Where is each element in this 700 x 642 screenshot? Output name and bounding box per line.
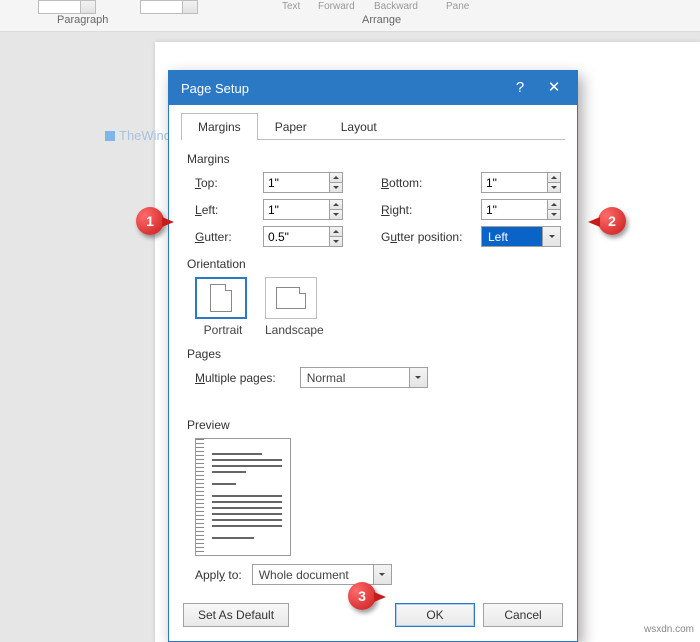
label-gutter: Gutter:	[195, 230, 263, 244]
input-bottom[interactable]	[482, 173, 547, 192]
spinner-top[interactable]	[263, 172, 343, 193]
tab-strip: Margins Paper Layout	[169, 105, 577, 139]
credit-text: wsxdn.com	[644, 624, 694, 635]
spinner-bottom[interactable]	[481, 172, 561, 193]
spin-up-icon[interactable]	[548, 200, 560, 210]
label-gutter-position: Gutter position:	[381, 230, 481, 244]
preview-image	[195, 438, 291, 556]
portrait-icon	[210, 284, 232, 312]
section-pages: Pages	[187, 347, 559, 361]
spin-down-icon[interactable]	[330, 183, 342, 192]
label-top: TTop:op:	[195, 176, 263, 190]
page-setup-dialog: Page Setup ? ✕ Margins Paper Layout Marg…	[168, 70, 578, 642]
tab-layout[interactable]: Layout	[324, 113, 394, 140]
spin-down-icon[interactable]	[330, 210, 342, 219]
ribbon-word: Pane	[446, 1, 469, 12]
orientation-landscape-label: Landscape	[265, 323, 321, 337]
spin-down-icon[interactable]	[330, 237, 342, 246]
section-margins: Margins	[187, 152, 559, 166]
ribbon-group-arrange: Arrange	[362, 14, 401, 26]
titlebar[interactable]: Page Setup ? ✕	[169, 71, 577, 105]
orientation-portrait[interactable]: Portrait	[195, 277, 251, 337]
spin-up-icon[interactable]	[330, 200, 342, 210]
ribbon-group-paragraph: Paragraph	[57, 14, 108, 26]
tab-paper[interactable]: Paper	[258, 113, 324, 140]
section-orientation: Orientation	[187, 257, 559, 271]
label-multiple-pages: Multiple pages:	[195, 371, 276, 385]
ribbon-word: Backward	[374, 1, 418, 12]
callout-1: 1	[136, 207, 164, 235]
combo-gutter-position-value: Left	[482, 227, 542, 246]
section-preview: Preview	[187, 418, 559, 432]
spinner-right[interactable]	[481, 199, 561, 220]
set-as-default-button[interactable]: Set As Default	[183, 603, 289, 627]
callout-2: 2	[598, 207, 626, 235]
ribbon-word: Forward	[318, 1, 355, 12]
combo-apply-to-value: Whole document	[253, 565, 373, 584]
landscape-icon	[276, 287, 306, 309]
dialog-title: Page Setup	[181, 81, 503, 96]
label-apply-to: Apply to:	[195, 568, 242, 582]
combo-multiple-pages-value: Normal	[301, 368, 409, 387]
help-button[interactable]: ?	[503, 71, 537, 105]
ribbon: Paragraph Text Forward Backward Pane Arr…	[0, 0, 700, 32]
input-right[interactable]	[482, 200, 547, 219]
watermark-icon	[105, 131, 115, 141]
chevron-down-icon[interactable]	[542, 227, 560, 246]
ribbon-spinner-stub[interactable]	[38, 0, 96, 14]
spinner-left[interactable]	[263, 199, 343, 220]
chevron-down-icon[interactable]	[409, 368, 427, 387]
cancel-button[interactable]: Cancel	[483, 603, 563, 627]
input-left[interactable]	[264, 200, 329, 219]
callout-3: 3	[348, 582, 376, 610]
spin-up-icon[interactable]	[330, 173, 342, 183]
ribbon-spinner-stub[interactable]	[140, 0, 198, 14]
ribbon-word: Text	[282, 1, 300, 12]
spin-up-icon[interactable]	[330, 227, 342, 237]
orientation-portrait-label: Portrait	[195, 323, 251, 337]
orientation-landscape[interactable]: Landscape	[265, 277, 321, 337]
label-bottom: Bottom:	[381, 176, 481, 190]
spin-down-icon[interactable]	[548, 210, 560, 219]
spin-down-icon[interactable]	[548, 183, 560, 192]
label-right: Right:	[381, 203, 481, 217]
combo-multiple-pages[interactable]: Normal	[300, 367, 428, 388]
close-button[interactable]: ✕	[537, 71, 571, 105]
spin-up-icon[interactable]	[548, 173, 560, 183]
tab-body: Margins TTop:op: Bottom: Left: Right:	[169, 140, 577, 593]
ok-button[interactable]: OK	[395, 603, 475, 627]
input-top[interactable]	[264, 173, 329, 192]
label-left: Left:	[195, 203, 263, 217]
spinner-gutter[interactable]	[263, 226, 343, 247]
tab-margins[interactable]: Margins	[181, 113, 258, 140]
combo-gutter-position[interactable]: Left	[481, 226, 561, 247]
chevron-down-icon[interactable]	[373, 565, 391, 584]
input-gutter[interactable]	[264, 227, 329, 246]
combo-apply-to[interactable]: Whole document	[252, 564, 392, 585]
